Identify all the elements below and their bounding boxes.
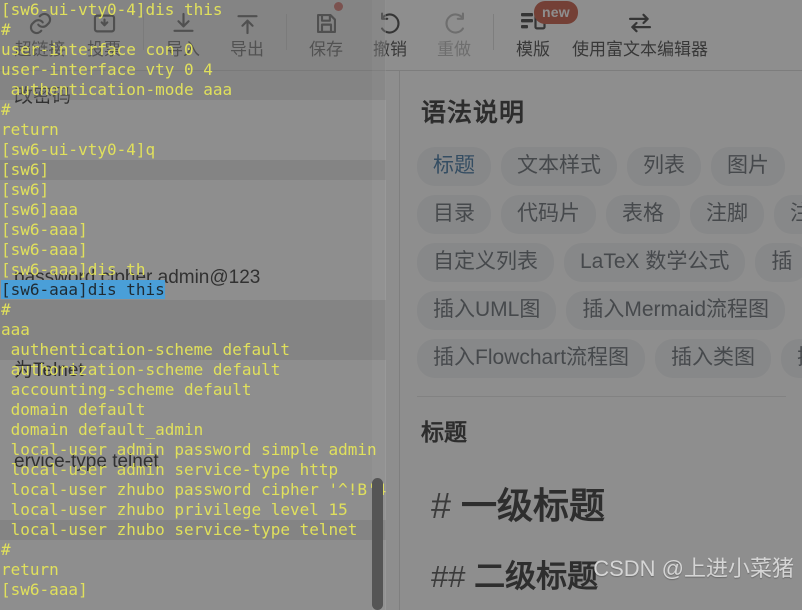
watermark: CSDN @上进小菜猪 [593, 556, 794, 581]
syntax-pill[interactable]: 目录 [417, 195, 491, 234]
terminal-output: [sw6-ui-vty0-4]dis this # user-interface c… [0, 0, 386, 600]
toolbar-redo-label: 重做 [437, 40, 471, 59]
syntax-pill[interactable]: 插入类图 [655, 339, 772, 378]
syntax-pill[interactable]: 注脚 [690, 195, 764, 234]
syntax-pill-row: 目录 代码片 表格 注脚注 [417, 195, 802, 234]
syntax-help-pane: 语法说明 标题 文本样式 列表 图片 目录 代码片 表格 注脚注自定义列表 LaTeX 数学公式… [401, 71, 802, 610]
terminal-line: authentication-mode aaa [0, 80, 386, 100]
terminal-line: aaa [0, 320, 386, 340]
terminal-line: accounting-scheme default [1, 380, 252, 399]
syntax-pill[interactable]: 自定义列表 [417, 243, 554, 282]
terminal-line: return [1, 120, 59, 139]
syntax-pill-group: 标题 文本样式 列表 图片 目录 代码片 表格 注脚注自定义列表 LaTeX 数学公式插插入UM… [417, 147, 802, 378]
preview-section-title: 标题 [421, 419, 467, 445]
terminal-line: [sw6]aaa [1, 200, 79, 219]
terminal-line: local-user admin password simple admin [1, 440, 377, 459]
terminal-line: # [0, 20, 386, 40]
h2-text: 二级标题 [474, 559, 599, 594]
terminal-line-selected: [sw6-aaa]dis this [1, 280, 165, 299]
redo-icon [441, 6, 468, 40]
toolbar-redo-button[interactable]: 重做 [422, 0, 486, 68]
syntax-pill[interactable]: 插 [781, 339, 802, 378]
syntax-pill[interactable]: 插入Flowchart流程图 [417, 339, 646, 378]
syntax-pill[interactable]: 表格 [606, 195, 680, 234]
terminal-line: user-interface con 0 [0, 40, 386, 60]
terminal-line: [sw6-aaa] [1, 580, 88, 599]
swap-icon [626, 6, 654, 40]
terminal-line: [sw6] [1, 180, 50, 199]
toolbar-separator [493, 14, 494, 50]
toolbar-rich-text-editor-label: 使用富文本编辑器 [572, 40, 708, 59]
h1-text: 一级标题 [461, 485, 606, 526]
h1-hash: # [431, 485, 452, 526]
terminal-window[interactable]: [sw6-ui-vty0-4]dis this # user-interface c… [0, 0, 386, 610]
terminal-line: authorization-scheme default [1, 360, 281, 379]
toolbar-template-button[interactable]: 模版 new [501, 0, 578, 68]
syntax-pill-row: 自定义列表 LaTeX 数学公式插 [417, 243, 802, 282]
terminal-scrollbar[interactable] [372, 0, 385, 610]
syntax-pill[interactable]: 代码片 [501, 195, 596, 234]
syntax-pill-row: 插入UML图 插入Mermaid流程图 [417, 291, 802, 330]
preview-heading-1: # 一级标题 [431, 477, 802, 529]
terminal-right-divider [385, 0, 386, 610]
toolbar-rich-text-editor-button[interactable]: 使用富文本编辑器 [565, 0, 715, 68]
syntax-pill[interactable]: 标题 [417, 147, 491, 186]
terminal-line: # [1, 100, 11, 119]
terminal-line: local-user zhubo password cipher '^!B'4#… [10, 480, 386, 499]
terminal-line: # [1, 540, 11, 559]
terminal-line: [sw6-aaa] [1, 220, 88, 239]
panel-divider [417, 396, 786, 397]
syntax-pill[interactable]: 插入Mermaid流程图 [566, 291, 786, 330]
terminal-line: [sw6-aaa] [1, 240, 88, 259]
terminal-line: local-user admin service-type http [1, 460, 339, 479]
syntax-pill[interactable]: 列表 [627, 147, 701, 186]
syntax-pill[interactable]: 插入UML图 [417, 291, 557, 330]
syntax-pill[interactable]: 注 [774, 195, 802, 234]
syntax-pill[interactable]: 插 [755, 243, 802, 282]
terminal-line: authentication-scheme default [0, 340, 386, 360]
toolbar-template-label: 模版 [516, 40, 550, 59]
terminal-line: [sw6-ui-vty0-4]q [1, 140, 156, 159]
terminal-line: local-user zhubo service-type telnet [0, 520, 386, 540]
terminal-line: return [1, 560, 59, 579]
terminal-line: [sw6] [0, 160, 386, 180]
syntax-panel-title: 语法说明 [421, 99, 526, 127]
terminal-line: domain default [1, 400, 146, 419]
terminal-line: [sw6-aaa]dis th [1, 260, 146, 279]
syntax-pill[interactable]: LaTeX 数学公式 [564, 243, 746, 282]
terminal-line: [sw6-ui-vty0-4]dis this [0, 0, 386, 20]
terminal-scrollbar-thumb[interactable] [372, 478, 383, 610]
syntax-pill[interactable]: 图片 [711, 147, 785, 186]
terminal-line: user-interface vty 0 4 [0, 60, 386, 80]
syntax-pill-row: 插入Flowchart流程图插入类图插 [417, 339, 802, 378]
terminal-line: # [0, 300, 386, 320]
h2-hash: ## [431, 559, 466, 594]
terminal-line: local-user zhubo privilege level 15 [1, 500, 348, 519]
terminal-line: domain default_admin [1, 420, 204, 439]
syntax-pill[interactable]: 文本样式 [501, 147, 617, 186]
syntax-pill-row: 标题 文本样式 列表 图片 [417, 147, 802, 186]
